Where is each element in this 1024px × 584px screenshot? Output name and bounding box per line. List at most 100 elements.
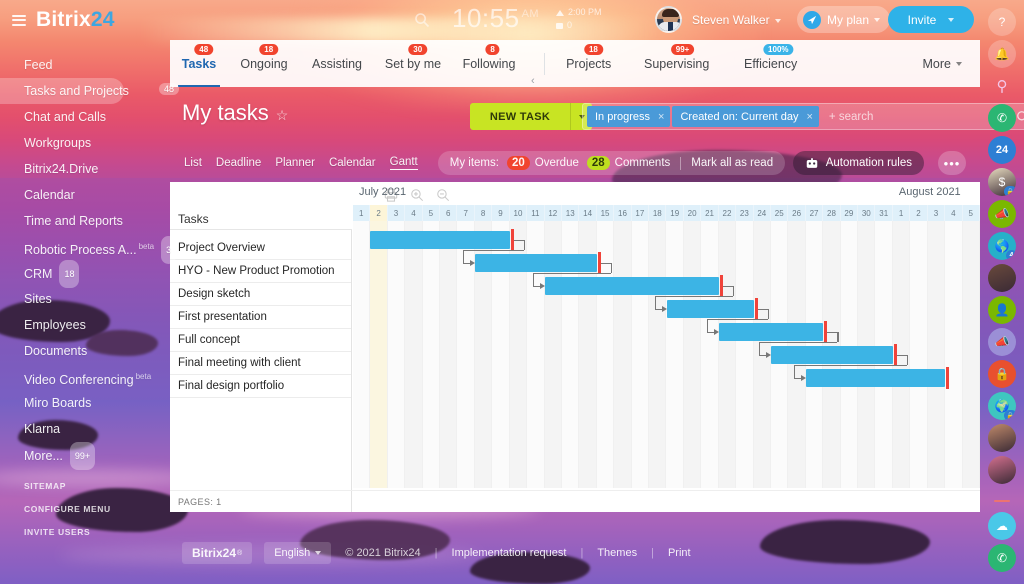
megaphone-icon[interactable]: 📣	[988, 200, 1016, 228]
tabs-collapse-icon[interactable]: ‹	[526, 75, 540, 87]
sidebar-item-tasks-and-projects[interactable]: Tasks and Projects 48	[0, 78, 180, 104]
filter-bar[interactable]: In progress × Created on: Current day × + s…	[582, 103, 1024, 130]
sidebar-item-sites[interactable]: Sites	[0, 286, 170, 312]
grid-column	[910, 221, 928, 488]
gantt-bar[interactable]	[718, 321, 828, 343]
bitrix24-icon[interactable]: 24	[988, 136, 1016, 164]
sidebar-item-label: Klarna	[24, 422, 61, 436]
call-icon[interactable]: ✆	[988, 544, 1016, 572]
menu-toggle-icon[interactable]	[12, 14, 26, 26]
comments-label[interactable]: Comments	[615, 157, 671, 169]
sidebar-item-calendar[interactable]: Calendar	[0, 182, 170, 208]
footer-logo-button[interactable]: Bitrix24 ®	[182, 542, 253, 564]
sidebar-item-feed[interactable]: Feed	[0, 52, 170, 78]
sidebar-item-more[interactable]: More... 99+	[0, 442, 170, 470]
new-task-button[interactable]: NEW TASK	[470, 103, 570, 130]
tab-assisting[interactable]: Assisting	[300, 40, 374, 87]
language-selector[interactable]: English	[264, 542, 332, 564]
sidebar-footer-sitemap[interactable]: SITEMAP	[0, 481, 170, 491]
sidebar-footer-configure-menu[interactable]: CONFIGURE MENU	[0, 504, 170, 514]
tab-ongoing[interactable]: 18 Ongoing	[228, 40, 300, 87]
footer-link-implementation-request[interactable]: Implementation request	[452, 547, 567, 559]
sidebar-item-workgroups[interactable]: Workgroups	[0, 130, 170, 156]
sidebar-item-time-and-reports[interactable]: Time and Reports	[0, 208, 170, 234]
global-search-icon[interactable]	[414, 12, 430, 28]
sidebar-footer-invite-users[interactable]: INVITE USERS	[0, 527, 170, 537]
favorite-star-icon[interactable]: ☆	[276, 107, 289, 123]
day-tick: 6	[440, 205, 458, 222]
bitrix24-logo[interactable]: Bitrix24	[36, 8, 115, 32]
sidebar-item-label: Video Conferencing	[24, 373, 134, 388]
sidebar-item-video-conferencing[interactable]: Video Conferencing beta	[0, 364, 170, 390]
gantt-bar[interactable]	[666, 298, 758, 320]
user-menu[interactable]: Steven Walker	[692, 13, 781, 27]
task-row[interactable]: Full concept	[170, 329, 351, 352]
task-row[interactable]: Final design portfolio	[170, 375, 351, 398]
gantt-bar[interactable]	[370, 229, 514, 251]
day-tick: 25	[771, 205, 789, 222]
sidebar-item-klarna[interactable]: Klarna	[0, 416, 170, 442]
tab-set-by-me[interactable]: 30 Set by me	[374, 40, 452, 87]
link-segment	[532, 273, 611, 275]
tab-efficiency[interactable]: 100% Efficiency	[725, 40, 817, 87]
footer-link-print[interactable]: Print	[668, 547, 691, 559]
task-row[interactable]: Design sketch	[170, 283, 351, 306]
rocket-icon	[803, 10, 821, 29]
sidebar-item-crm[interactable]: CRM 18	[0, 260, 170, 288]
tab-projects[interactable]: 18 Projects	[549, 40, 629, 87]
gantt-bar[interactable]	[805, 367, 950, 389]
sidebar-item-chat-and-calls[interactable]: Chat and Calls	[0, 104, 170, 130]
grid-column	[962, 221, 980, 488]
sidebar-item-documents[interactable]: Documents	[0, 338, 170, 364]
sidebar-item-miro-boards[interactable]: Miro Boards	[0, 390, 170, 416]
sidebar-item-employees[interactable]: Employees	[0, 312, 170, 338]
phone-icon[interactable]: ✆	[988, 104, 1016, 132]
globe-icon[interactable]: 🌎 4	[988, 232, 1016, 260]
remove-filter-icon[interactable]: ×	[658, 111, 664, 123]
announce-icon[interactable]: 📣	[988, 328, 1016, 356]
marketplace-icon[interactable]: $ 🔒	[988, 168, 1016, 196]
cloud-sync-icon[interactable]: ☁	[988, 512, 1016, 540]
day-tick: 9	[492, 205, 510, 222]
user-avatar[interactable]	[655, 6, 682, 33]
gantt-bar[interactable]	[474, 252, 601, 274]
mark-all-as-read-button[interactable]: Mark all as read	[691, 157, 773, 169]
view-tab-planner[interactable]: Planner	[275, 157, 315, 169]
overdue-label[interactable]: Overdue	[535, 157, 579, 169]
notifications-icon[interactable]: 🔔	[988, 40, 1016, 68]
tab-supervising[interactable]: 99+ Supervising	[629, 40, 725, 87]
my-plan-button[interactable]: My plan	[797, 6, 891, 33]
sidebar-item-robotic-process-a[interactable]: Robotic Process A... beta 3	[0, 234, 177, 265]
filter-chip[interactable]: In progress ×	[587, 106, 671, 127]
tab-tasks[interactable]: 48 Tasks	[170, 40, 228, 87]
task-row[interactable]: Final meeting with client	[170, 352, 351, 375]
view-tab-gantt[interactable]: Gantt	[389, 156, 418, 170]
user-photo-1-icon[interactable]	[988, 424, 1016, 452]
view-tab-deadline[interactable]: Deadline	[216, 157, 261, 169]
footer-link-themes[interactable]: Themes	[597, 547, 637, 559]
more-actions-button[interactable]: •••	[938, 151, 966, 175]
remove-filter-icon[interactable]: ×	[806, 111, 812, 123]
view-tab-list[interactable]: List	[184, 157, 202, 169]
sidebar-item-bitrix24-drive[interactable]: Bitrix24.Drive	[0, 156, 170, 182]
user-photo-2-icon[interactable]	[988, 456, 1016, 484]
filter-chip[interactable]: Created on: Current day ×	[672, 106, 819, 127]
avatar-dark-icon[interactable]	[988, 264, 1016, 292]
tab-following[interactable]: 8 Following	[452, 40, 526, 87]
gantt-bar[interactable]	[544, 275, 723, 297]
tab-more[interactable]: More	[920, 40, 980, 87]
contact-icon[interactable]: 👤	[988, 296, 1016, 324]
tab-badge: 8	[485, 44, 500, 55]
sidebar-item-label: Employees	[24, 318, 86, 332]
gantt-bar[interactable]	[771, 344, 897, 366]
invite-button[interactable]: Invite	[888, 6, 974, 33]
search-icon[interactable]: ⚲	[988, 72, 1016, 100]
lock-icon[interactable]: 🔒	[988, 360, 1016, 388]
task-row[interactable]: Project Overview	[170, 237, 351, 260]
view-tab-calendar[interactable]: Calendar	[329, 157, 376, 169]
sidebar-item-label: Workgroups	[24, 136, 92, 150]
world-icon[interactable]: 🌍 🔒	[988, 392, 1016, 420]
automation-rules-button[interactable]: Automation rules	[792, 151, 924, 175]
task-row[interactable]: HYO - New Product Promotion	[170, 260, 351, 283]
task-row[interactable]: First presentation	[170, 306, 351, 329]
